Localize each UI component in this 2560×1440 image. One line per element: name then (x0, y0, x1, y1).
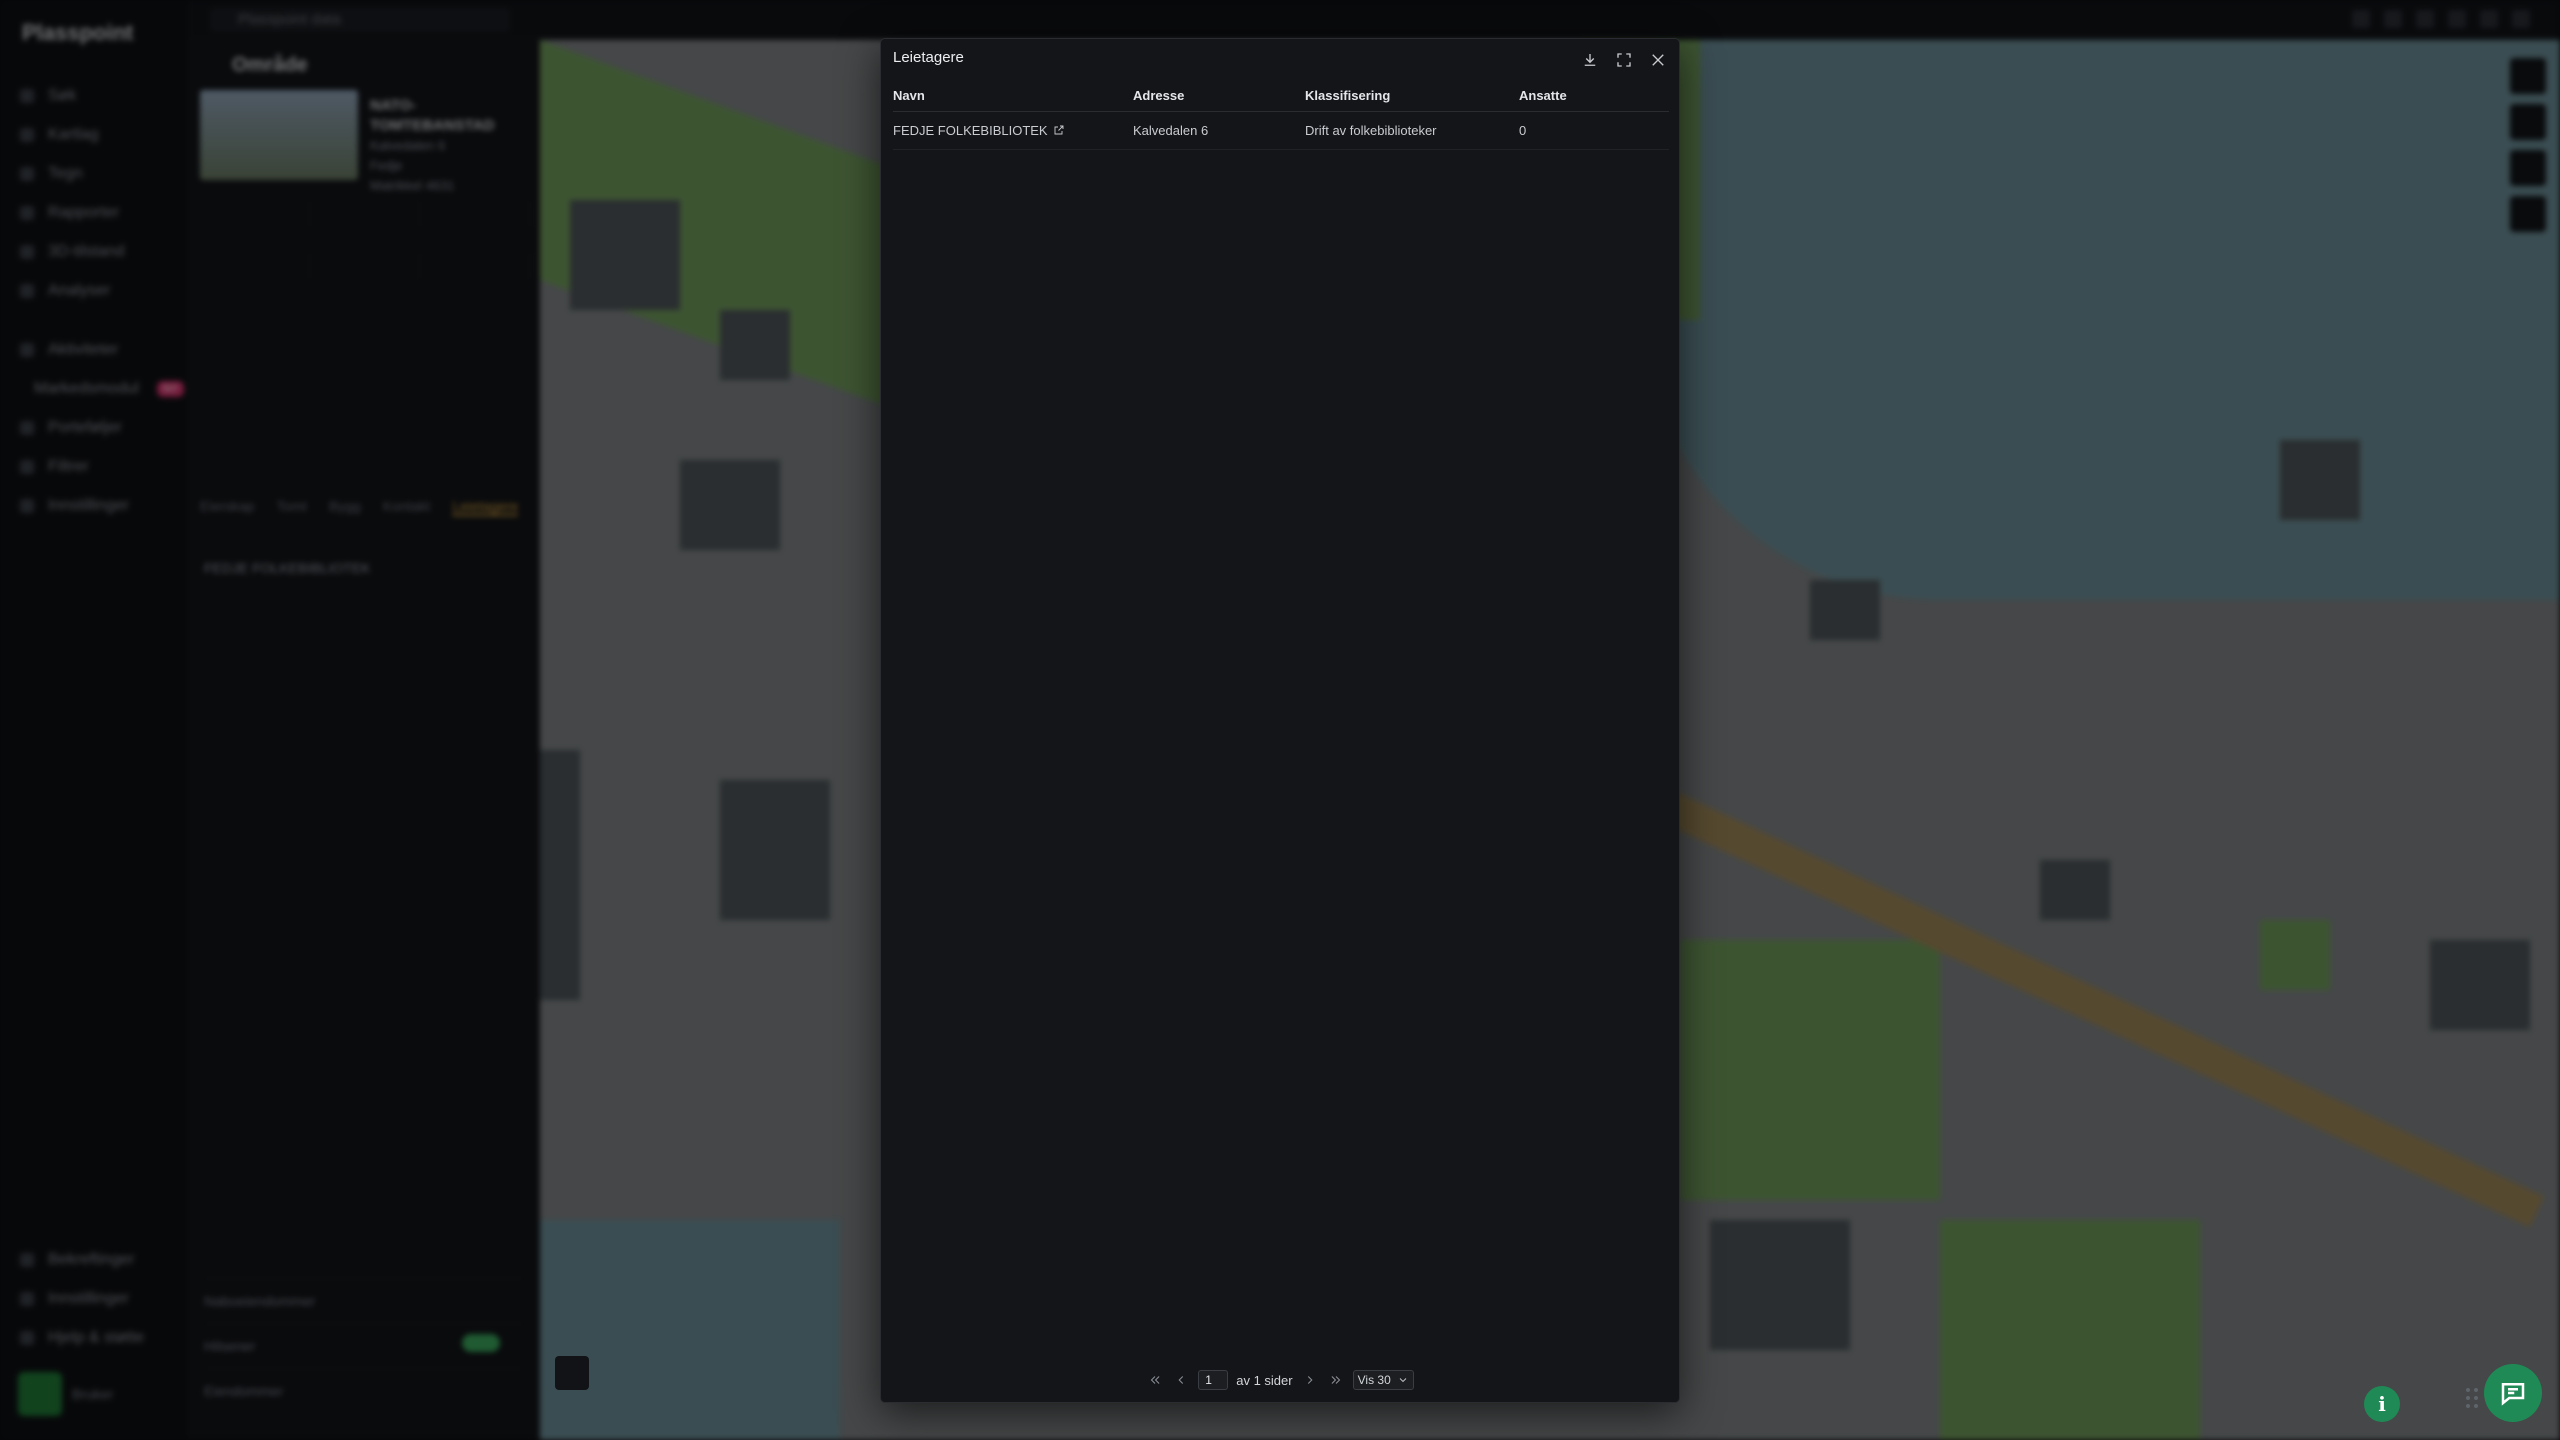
expand-icon (1617, 53, 1631, 67)
page-size-select[interactable]: Vis 30 (1352, 1370, 1414, 1390)
grip-dot (2474, 1396, 2478, 1400)
prev-page-button[interactable] (1172, 1371, 1190, 1389)
info-icon: i (2378, 1392, 2386, 1416)
close-button[interactable] (1645, 47, 1671, 73)
dialog-title: Leietagere (893, 49, 964, 66)
external-link-icon[interactable] (1048, 123, 1065, 138)
pagination: av 1 sider Vis 30 (881, 1370, 1679, 1390)
tenants-dialog: Leietagere Navn Adresse Klassifisering A… (880, 38, 1680, 1403)
cell-address: Kalvedalen 6 (1133, 111, 1305, 150)
double-chevron-left-icon (1150, 1376, 1160, 1384)
chevron-left-icon (1178, 1376, 1184, 1384)
table-header-row: Navn Adresse Klassifisering Ansatte (893, 87, 1669, 112)
page-number-input[interactable] (1198, 1370, 1229, 1390)
cell-classification: Drift av folkebiblioteker (1305, 111, 1519, 150)
cell-name: FEDJE FOLKEBIBLIOTEK (893, 111, 1133, 150)
column-header-name[interactable]: Navn (893, 87, 1133, 112)
info-button[interactable]: i (2364, 1386, 2400, 1422)
grip-dot (2474, 1388, 2478, 1392)
fullscreen-button[interactable] (1611, 47, 1637, 73)
grip-dot (2466, 1396, 2470, 1400)
next-page-button[interactable] (1301, 1371, 1319, 1389)
grip-dot (2466, 1388, 2470, 1392)
chevron-right-icon (1307, 1376, 1313, 1384)
first-page-button[interactable] (1146, 1371, 1164, 1389)
column-header-employees[interactable]: Ansatte (1519, 87, 1669, 112)
grip-dot (2474, 1404, 2478, 1408)
cell-employees: 0 (1519, 111, 1669, 150)
chevron-down-icon (1399, 1378, 1407, 1383)
grip-dot (2466, 1404, 2470, 1408)
dialog-actions (1577, 47, 1671, 73)
last-page-button[interactable] (1327, 1371, 1345, 1389)
drag-handle[interactable] (2462, 1388, 2482, 1408)
map-layer-button[interactable] (555, 1356, 589, 1390)
download-button[interactable] (1577, 47, 1603, 73)
tenants-table: Navn Adresse Klassifisering Ansatte FEDJ… (893, 87, 1669, 150)
page-total-label: av 1 sider (1236, 1372, 1293, 1388)
chat-button[interactable] (2484, 1364, 2542, 1422)
column-header-address[interactable]: Adresse (1133, 87, 1305, 112)
tenant-name-link[interactable]: FEDJE FOLKEBIBLIOTEK (893, 123, 1048, 138)
download-icon (1584, 54, 1596, 66)
double-chevron-right-icon (1331, 1376, 1340, 1384)
chat-icon (2501, 1383, 2525, 1406)
dialog-header: Leietagere (881, 39, 1679, 79)
column-header-classification[interactable]: Klassifisering (1305, 87, 1519, 112)
table-row[interactable]: FEDJE FOLKEBIBLIOTEK Kalvedalen 6 Drift … (893, 111, 1669, 150)
close-icon (1652, 54, 1664, 66)
